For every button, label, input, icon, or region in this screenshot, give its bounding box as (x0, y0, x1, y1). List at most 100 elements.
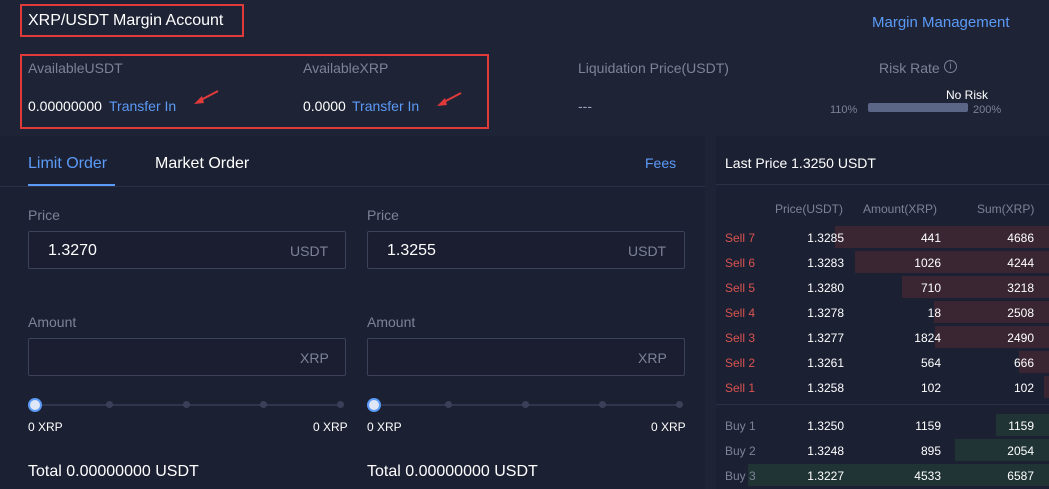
sell-amount-cell: 564 (920, 356, 941, 370)
risk-max-label: 200% (973, 104, 1002, 116)
buy-price-cell: 1.3250 (807, 419, 844, 433)
sell-sum-cell: 2490 (1007, 331, 1034, 345)
sell-order-row[interactable]: Sell 7 1.3285 441 4686 (716, 226, 1049, 248)
buy-slider-tick[interactable] (183, 401, 190, 408)
sell-sum-cell: 2508 (1007, 306, 1034, 320)
buy-level-label: Buy 3 (725, 469, 756, 483)
buy-slider-min: 0 XRP (28, 420, 63, 434)
orderbook-divider (716, 184, 1049, 185)
sell-amount-label: Amount (367, 314, 416, 330)
buy-slider-max: 0 XRP (313, 420, 348, 434)
buy-amount-cell: 4533 (914, 469, 941, 483)
sell-level-label: Sell 2 (725, 356, 756, 370)
risk-status: No Risk (946, 88, 989, 102)
available-usdt-value: 0.00000000 (28, 98, 102, 114)
sell-price-unit: USDT (628, 243, 667, 259)
buy-amount-cell: 1159 (915, 419, 941, 433)
risk-min-label: 110% (830, 104, 858, 116)
buy-slider-handle[interactable] (28, 398, 42, 412)
arrow-icon (194, 90, 219, 104)
buy-amount-input[interactable] (28, 338, 346, 376)
sell-level-label: Sell 3 (725, 331, 756, 345)
sell-order-row[interactable]: Sell 2 1.3261 564 666 (716, 351, 1049, 373)
sell-slider-max: 0 XRP (651, 420, 686, 434)
sell-price-label: Price (367, 207, 399, 223)
sell-amount-cell: 1026 (914, 256, 941, 270)
sell-total: Total 0.00000000 USDT (367, 463, 538, 480)
sell-slider-tick[interactable] (676, 401, 683, 408)
available-xrp-label: AvailableXRP (303, 60, 389, 76)
sell-order-row[interactable]: Sell 3 1.3277 1824 2490 (716, 326, 1049, 348)
buy-order-row[interactable]: Buy 1 1.3250 1159 1159 (716, 414, 1049, 436)
sell-level-label: Sell 1 (725, 381, 756, 395)
order-panel (0, 136, 705, 489)
tab-limit-order[interactable]: Limit Order (28, 155, 107, 173)
buy-amount-unit: XRP (300, 350, 329, 366)
sell-amount-cell: 441 (920, 231, 941, 245)
buy-slider-tick[interactable] (106, 401, 113, 408)
available-xrp-value: 0.0000 (303, 98, 346, 114)
sell-amount-unit: XRP (638, 350, 667, 366)
buy-slider-tick[interactable] (260, 401, 267, 408)
available-usdt-label: AvailableUSDT (28, 60, 123, 76)
sell-depth-bar (1044, 376, 1049, 398)
sell-price-value: 1.3255 (387, 242, 436, 259)
col-amount-header: Amount(XRP) (863, 202, 938, 216)
col-price-header: Price(USDT) (775, 202, 843, 216)
buy-amount-label: Amount (28, 314, 77, 330)
sell-order-row[interactable]: Sell 4 1.3278 18 2508 (716, 301, 1049, 323)
sell-level-label: Sell 5 (725, 281, 756, 295)
buy-depth-bar (955, 439, 1049, 461)
buy-price-cell: 1.3227 (807, 469, 844, 483)
buy-order-row[interactable]: Buy 3 1.3227 4533 6587 (716, 464, 1049, 486)
sell-order-row[interactable]: Sell 1 1.3258 102 102 (716, 376, 1049, 398)
sell-price-cell: 1.3277 (807, 331, 844, 345)
fees-link[interactable]: Fees (645, 155, 676, 171)
spread-divider (716, 404, 1049, 405)
buy-amount-cell: 895 (920, 444, 941, 458)
sell-price-cell: 1.3258 (807, 381, 844, 395)
sell-order-row[interactable]: Sell 5 1.3280 710 3218 (716, 276, 1049, 298)
sell-sum-cell: 102 (1013, 381, 1034, 395)
sell-sum-cell: 666 (1013, 356, 1034, 370)
info-icon[interactable]: i (944, 60, 957, 73)
margin-management-link[interactable]: Margin Management (872, 14, 1010, 31)
liquidation-price-label: Liquidation Price(USDT) (578, 60, 729, 76)
sell-price-cell: 1.3280 (807, 281, 844, 295)
buy-sum-cell: 6587 (1007, 469, 1034, 483)
buy-sum-cell: 1159 (1008, 419, 1034, 433)
sell-price-cell: 1.3278 (807, 306, 844, 320)
sell-amount-cell: 18 (927, 306, 941, 320)
sell-price-cell: 1.3261 (807, 356, 844, 370)
transfer-in-usdt-link[interactable]: Transfer In (109, 98, 176, 114)
sell-order-row[interactable]: Sell 6 1.3283 1026 4244 (716, 251, 1049, 273)
transfer-in-xrp-link[interactable]: Transfer In (352, 98, 419, 114)
sell-amount-cell: 102 (920, 381, 941, 395)
buy-order-row[interactable]: Buy 2 1.3248 895 2054 (716, 439, 1049, 461)
liquidation-price-value: --- (578, 98, 592, 114)
buy-total: Total 0.00000000 USDT (28, 463, 199, 480)
buy-level-label: Buy 1 (725, 419, 756, 433)
sell-level-label: Sell 6 (725, 256, 756, 270)
sell-price-cell: 1.3283 (807, 256, 844, 270)
sell-slider-tick[interactable] (445, 401, 452, 408)
col-sum-header: Sum(XRP) (977, 202, 1035, 216)
sell-sum-cell: 4686 (1007, 231, 1034, 245)
sell-slider-tick[interactable] (522, 401, 529, 408)
tab-market-order[interactable]: Market Order (155, 155, 249, 173)
buy-price-value: 1.3270 (48, 242, 97, 259)
risk-rate-label: Risk Rate (879, 60, 940, 76)
sell-price-cell: 1.3285 (807, 231, 844, 245)
buy-slider-tick[interactable] (337, 401, 344, 408)
sell-slider-tick[interactable] (599, 401, 606, 408)
buy-sum-cell: 2054 (1007, 444, 1034, 458)
sell-sum-cell: 4244 (1007, 256, 1034, 270)
buy-price-unit: USDT (290, 243, 329, 259)
sell-slider-handle[interactable] (367, 398, 381, 412)
sell-amount-cell: 710 (920, 281, 941, 295)
sell-amount-cell: 1824 (914, 331, 941, 345)
sell-slider-min: 0 XRP (367, 420, 402, 434)
buy-price-cell: 1.3248 (807, 444, 844, 458)
sell-sum-cell: 3218 (1007, 281, 1034, 295)
arrow-icon (437, 92, 462, 106)
